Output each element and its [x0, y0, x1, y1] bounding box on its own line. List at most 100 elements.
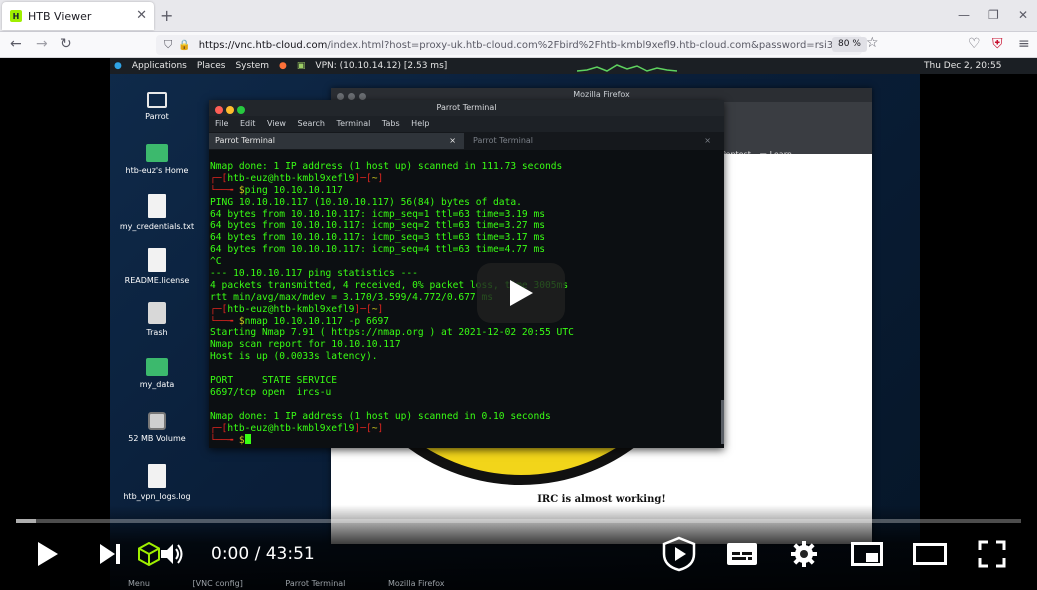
taskbar-firefox[interactable]: Mozilla Firefox	[388, 579, 445, 588]
text-file-icon	[148, 194, 166, 218]
zoom-indicator[interactable]: 80 %	[832, 37, 867, 52]
terminal-launcher-icon[interactable]: ▣	[297, 61, 306, 71]
close-tab-icon[interactable]: ✕	[136, 8, 147, 23]
window-controls[interactable]	[215, 104, 248, 120]
text-file-icon	[148, 464, 166, 488]
desktop-clock: Thu Dec 2, 20:55	[920, 58, 1037, 74]
applications-menu[interactable]: Applications	[132, 61, 187, 71]
url-host: https://vnc.htb-cloud.com	[198, 39, 328, 51]
menu-file[interactable]: File	[215, 119, 228, 128]
subtitles-icon	[727, 543, 757, 565]
pocket-icon[interactable]: ♡	[968, 36, 981, 52]
minimize-icon[interactable]: —	[958, 8, 970, 22]
volume-icon	[161, 544, 183, 564]
clock-text: Thu Dec 2, 20:55	[924, 61, 1002, 71]
miniplayer-button[interactable]	[848, 534, 886, 574]
play-icon	[38, 542, 58, 566]
back-icon[interactable]: ←	[10, 36, 22, 52]
big-play-button[interactable]	[477, 263, 565, 323]
desktop-icon-label: Parrot	[145, 112, 169, 121]
restore-icon[interactable]: ❐	[988, 8, 999, 22]
desktop-icon-volume[interactable]: 52 MB Volume	[112, 412, 202, 443]
menu-icon[interactable]: ≡	[1018, 36, 1030, 52]
terminal-tab-inactive[interactable]: Parrot Terminal ×	[467, 133, 719, 149]
disk-icon	[148, 412, 166, 430]
places-menu[interactable]: Places	[197, 61, 226, 71]
text-file-icon	[148, 248, 166, 272]
play-button[interactable]	[30, 534, 66, 574]
reload-icon[interactable]: ↻	[60, 36, 72, 52]
new-tab-icon[interactable]: +	[160, 6, 173, 25]
terminal-line: 4 packets transmitted, 4 received, 0% pa…	[210, 279, 569, 291]
close-tab-icon[interactable]: ×	[449, 133, 456, 149]
taskbar-terminal[interactable]: Parrot Terminal	[285, 579, 345, 588]
browser-tab[interactable]: H HTB Viewer ✕	[2, 2, 154, 30]
terminal-command: └──╼ $	[210, 434, 719, 446]
video-progress-bar[interactable]	[16, 519, 1021, 523]
ublock-icon[interactable]: ⛨	[992, 36, 1003, 52]
minimize-dot-icon[interactable]	[226, 106, 234, 114]
desktop-icon-my-data[interactable]: my_data	[112, 358, 202, 389]
taskbar-menu[interactable]: Menu	[128, 579, 150, 588]
fullscreen-button[interactable]	[974, 534, 1010, 574]
maximize-dot-icon[interactable]	[237, 106, 245, 114]
subtitles-button[interactable]	[722, 534, 762, 574]
time-separator: /	[249, 544, 266, 564]
parrot-logo-icon: ●	[114, 61, 122, 71]
desktop-icon-credentials[interactable]: my_credentials.txt	[112, 194, 202, 231]
firefox-launcher-icon[interactable]: ●	[279, 61, 287, 71]
terminal-prompt: ┌─[htb-euz@htb-kmbl9xefl9]─[~]	[210, 172, 384, 184]
miniplayer-shield-button[interactable]	[658, 534, 700, 574]
menu-edit[interactable]: Edit	[240, 119, 256, 128]
forward-icon[interactable]: →	[36, 36, 48, 52]
tracking-shield-icon[interactable]: ⛉	[164, 38, 172, 52]
vpn-status: VPN: (10.10.14.12) [2.53 ms]	[315, 61, 448, 71]
menu-search[interactable]: Search	[298, 119, 325, 128]
bookmark-star-icon[interactable]: ☆	[866, 35, 879, 51]
miniplayer-icon	[851, 542, 883, 566]
terminal-cursor	[244, 434, 251, 445]
desktop-top-panel: ● Applications Places System ● ▣ VPN: (1…	[110, 58, 920, 74]
desktop-icon-trash[interactable]: Trash	[112, 302, 202, 337]
terminal-line: Nmap done: 1 IP address (1 host up) scan…	[210, 410, 551, 422]
terminal-line: 64 bytes from 10.10.10.117: icmp_seq=1 t…	[210, 208, 546, 220]
buffered-fill	[16, 519, 37, 523]
taskbar-vnc-config[interactable]: [VNC config]	[193, 579, 243, 588]
terminal-command: └──╼ $ping 10.10.10.117	[210, 184, 343, 196]
tab-title: HTB Viewer	[28, 9, 92, 23]
system-menu[interactable]: System	[235, 61, 269, 71]
terminal-line: Host is up (0.0033s latency).	[210, 351, 378, 363]
lock-icon[interactable]: 🔒	[178, 40, 190, 51]
terminal-line: 64 bytes from 10.10.10.117: icmp_seq=3 t…	[210, 232, 546, 244]
terminal-line: 64 bytes from 10.10.10.117: icmp_seq=2 t…	[210, 220, 546, 232]
close-window-icon[interactable]: ✕	[1018, 8, 1028, 22]
time-total: 43:51	[265, 544, 315, 564]
volume-button[interactable]	[158, 534, 186, 574]
terminal-line: Nmap done: 1 IP address (1 host up) scan…	[210, 161, 563, 172]
settings-button[interactable]	[786, 534, 822, 574]
next-button[interactable]	[92, 534, 128, 574]
close-tab-icon[interactable]: ×	[704, 133, 711, 149]
terminal-window[interactable]: Parrot Terminal File Edit View Search Te…	[209, 100, 724, 448]
desktop-icon-readme[interactable]: README.license	[112, 248, 202, 285]
close-dot-icon[interactable]	[215, 106, 223, 114]
terminal-scrollbar[interactable]	[721, 400, 724, 444]
desktop-icon-home[interactable]: htb-euz's Home	[112, 144, 202, 175]
menu-terminal[interactable]: Terminal	[337, 119, 371, 128]
terminal-tabs: Parrot Terminal × Parrot Terminal ×	[209, 132, 724, 150]
desktop-icon-parrot[interactable]: Parrot	[112, 88, 202, 121]
menu-tabs[interactable]: Tabs	[382, 119, 400, 128]
terminal-output[interactable]: Nmap done: 1 IP address (1 host up) scan…	[209, 150, 719, 448]
url-bar[interactable]: ⛉ 🔒 https://vnc.htb-cloud.com/index.html…	[156, 35, 862, 55]
menu-view[interactable]: View	[267, 119, 286, 128]
theater-mode-button[interactable]	[910, 534, 950, 574]
desktop-icon-vpn-logs[interactable]: htb_vpn_logs.log	[112, 464, 202, 501]
terminal-tab-active[interactable]: Parrot Terminal ×	[209, 133, 464, 149]
terminal-line: Starting Nmap 7.91 ( https://nmap.org ) …	[210, 327, 574, 339]
screen: H HTB Viewer ✕ + — ❐ ✕ ← → ↻ ⛉ 🔒 https:/…	[0, 0, 1037, 590]
prompt-host: htb-kmbl9xefl9	[273, 303, 355, 315]
menu-help[interactable]: Help	[411, 119, 429, 128]
desktop-icon-label: Trash	[146, 328, 168, 337]
terminal-prompt: ┌─[htb-euz@htb-kmbl9xefl9]─[~]	[210, 422, 384, 434]
